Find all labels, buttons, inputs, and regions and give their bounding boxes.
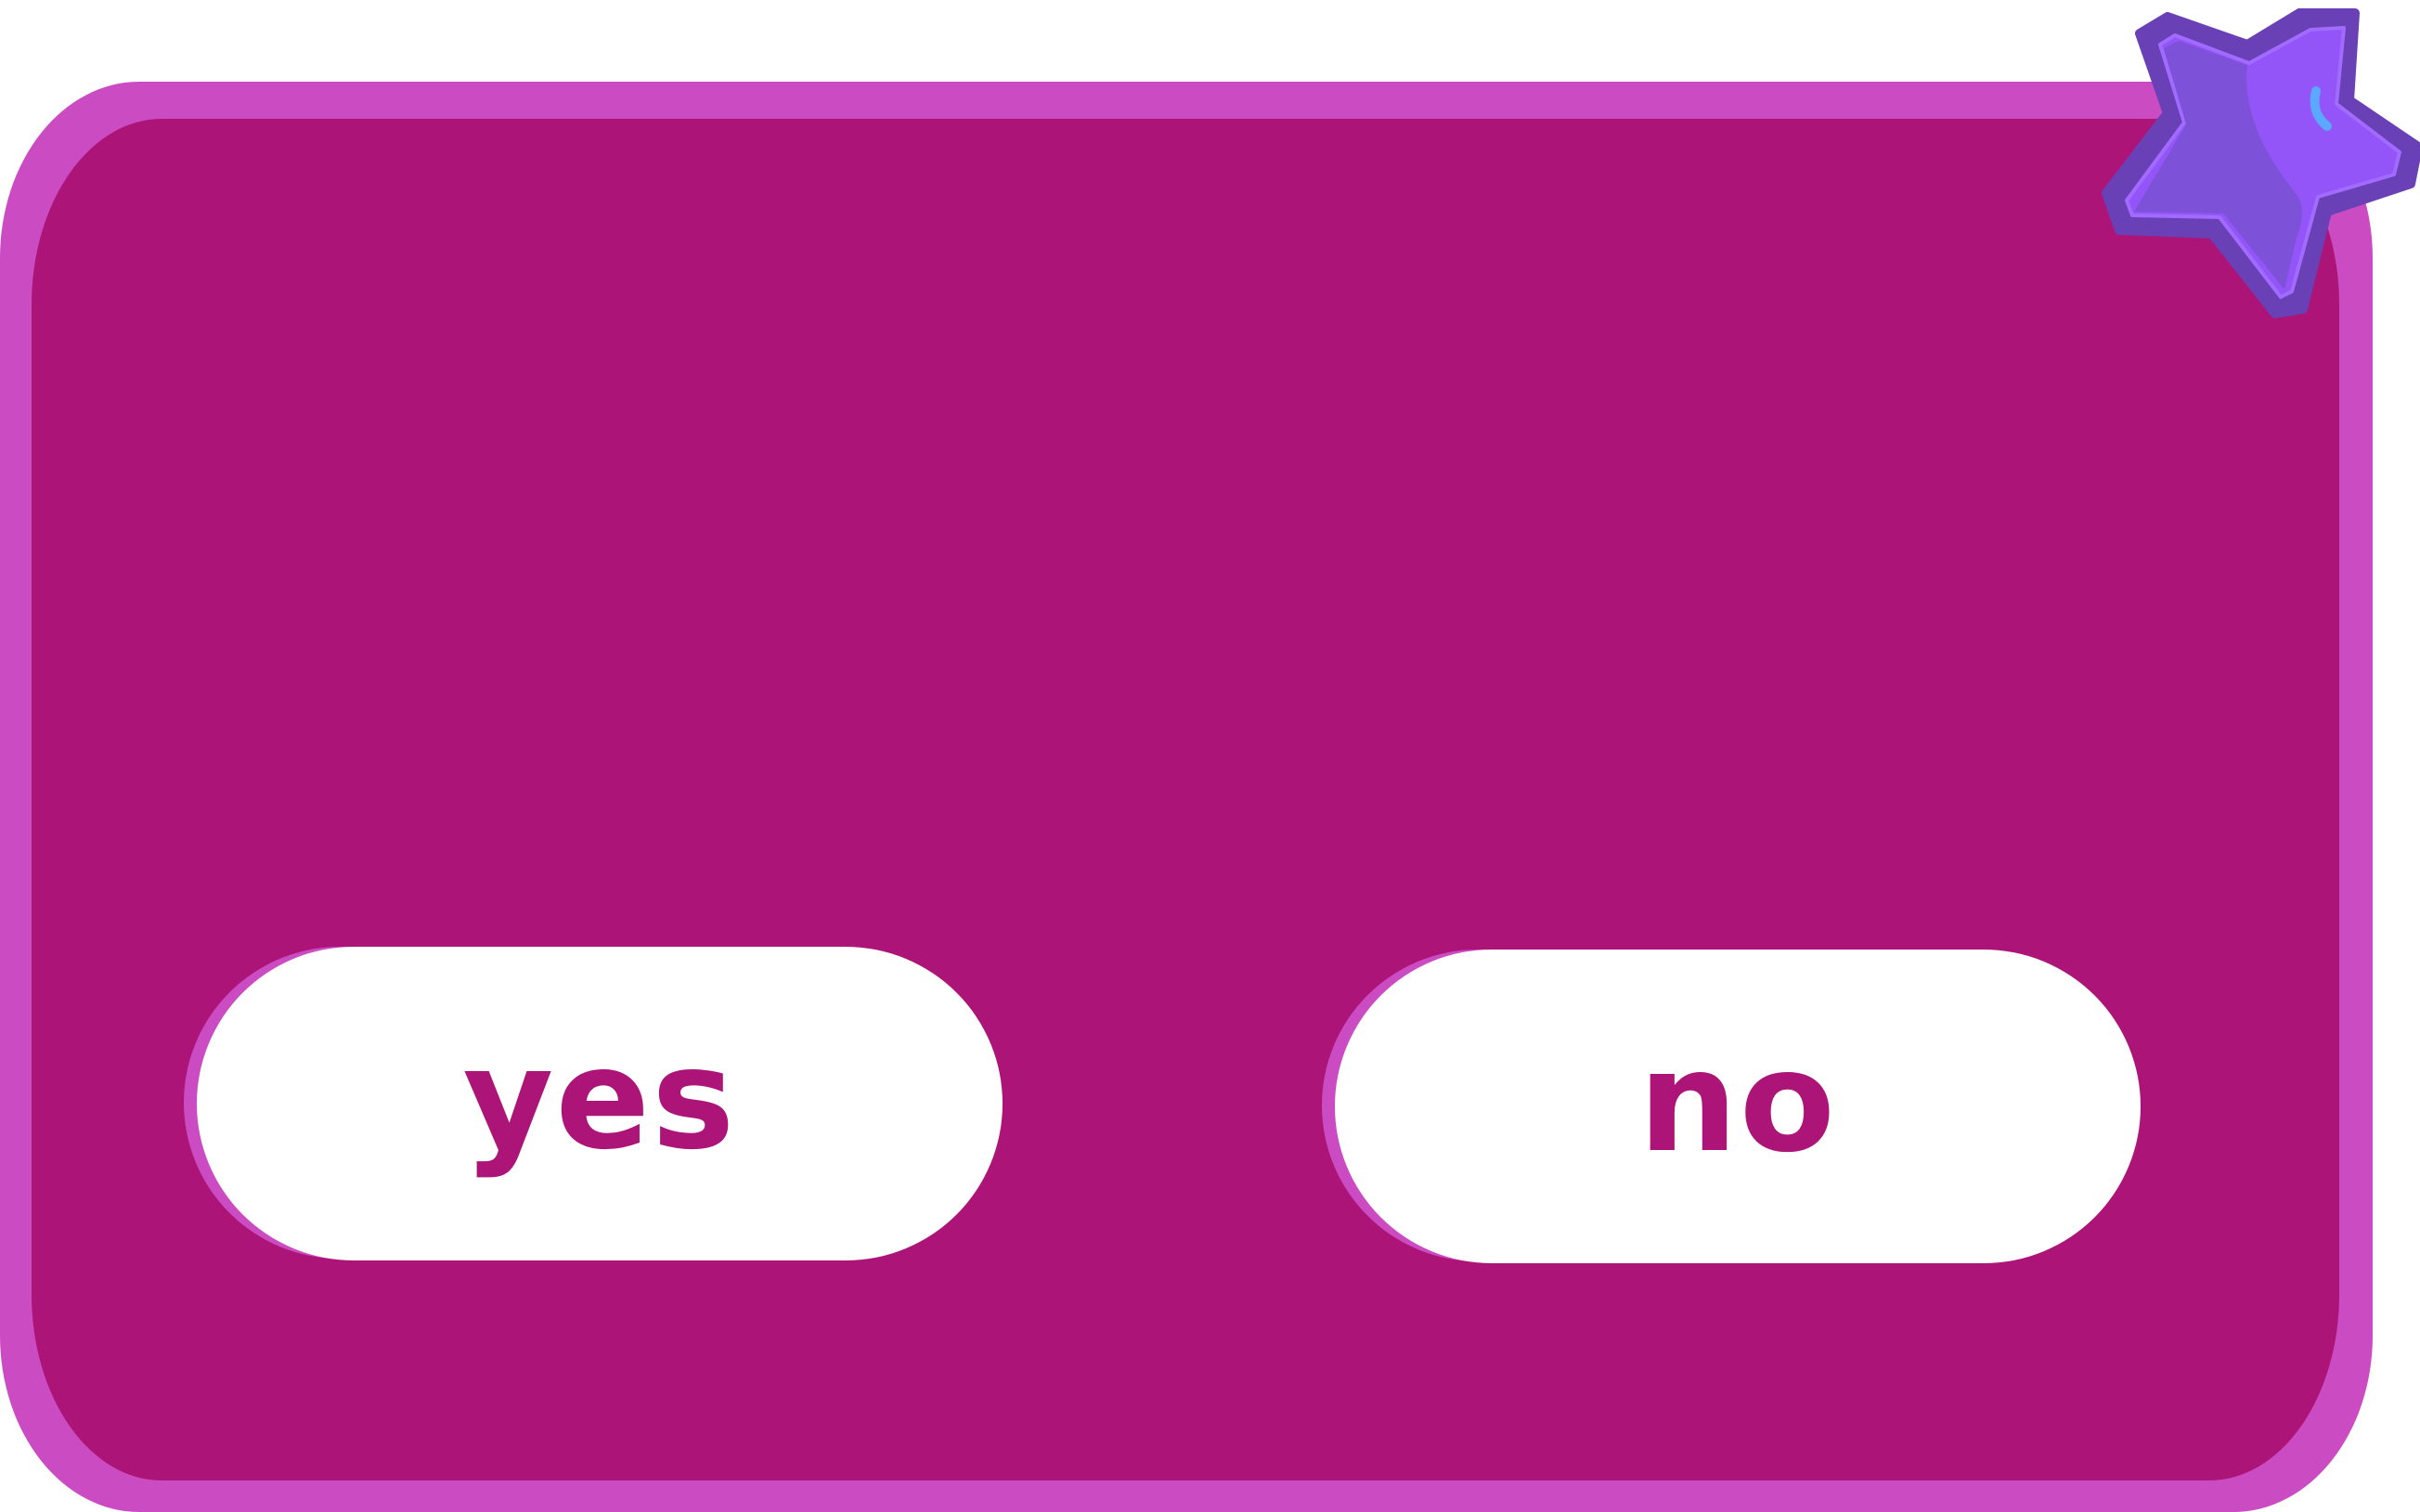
yes-button-face[interactable]: yes [197, 947, 1003, 1260]
yes-button[interactable]: yes [184, 947, 1003, 1262]
yes-button-label: yes [462, 1019, 737, 1181]
dialog-panel [0, 82, 2373, 1512]
dialog-body [32, 119, 2339, 1480]
no-button[interactable]: no [1322, 950, 2141, 1265]
no-button-face[interactable]: no [1335, 950, 2141, 1263]
star-icon [2102, 8, 2420, 318]
no-button-label: no [1638, 1022, 1837, 1183]
